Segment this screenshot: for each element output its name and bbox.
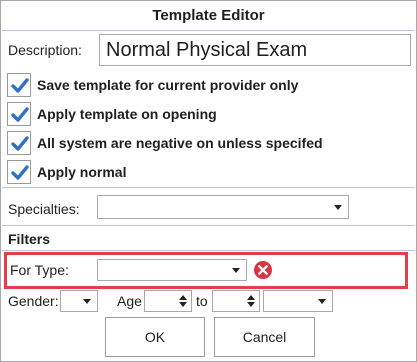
checkmark-icon [11,78,29,93]
chevron-down-icon[interactable] [247,302,255,307]
for-type-label: For Type: [10,262,69,278]
title-divider [2,30,415,31]
description-label: Description: [8,42,82,58]
divider [2,250,415,251]
window-title: Template Editor [152,7,265,24]
age-from-stepper[interactable] [144,290,192,312]
checkmark-icon [11,107,29,122]
chevron-down-icon [232,268,240,273]
description-input[interactable]: Normal Physical Exam [99,34,411,66]
chevron-up-icon[interactable] [247,295,255,300]
checkbox-row-apply-normal[interactable]: Apply normal [7,159,126,185]
checkmark-icon [11,136,29,151]
ok-button[interactable]: OK [105,317,205,357]
divider [2,187,415,188]
gender-select[interactable] [60,290,98,312]
checkbox-apply-normal[interactable] [7,160,31,184]
checkbox-negative-systems[interactable] [7,131,31,155]
checkbox-label: Apply normal [37,164,127,180]
age-to-stepper[interactable] [212,290,260,312]
chevron-down-icon[interactable] [179,302,187,307]
cancel-button[interactable]: Cancel [214,317,315,357]
divider [2,225,415,226]
template-editor-window: Template Editor Description: Normal Phys… [0,0,417,362]
chevron-up-icon[interactable] [179,295,187,300]
gender-label: Gender: [8,293,59,309]
for-type-select[interactable] [97,259,247,281]
checkbox-apply-on-opening[interactable] [7,102,31,126]
checkbox-label: Save template for current provider only [37,77,299,93]
chevron-down-icon[interactable] [318,299,326,304]
clear-icon[interactable] [253,260,273,280]
checkbox-label: All system are negative on unless specif… [37,135,323,151]
chevron-down-icon [334,205,342,210]
specialties-label: Specialties: [8,201,80,217]
age-to-label: to [196,293,208,309]
filters-title: Filters [8,231,51,247]
checkmark-icon [11,165,29,180]
specialties-select[interactable] [97,195,349,219]
checkbox-row-save-for-provider[interactable]: Save template for current provider only [7,72,298,98]
chevron-down-icon [83,299,91,304]
checkbox-label: Apply template on opening [37,106,217,122]
checkbox-row-apply-on-opening[interactable]: Apply template on opening [7,101,217,127]
age-label: Age [117,293,142,309]
checkbox-save-for-provider[interactable] [7,73,31,97]
age-unit-select[interactable] [263,290,333,312]
checkbox-row-negative-systems[interactable]: All system are negative on unless specif… [7,130,323,156]
